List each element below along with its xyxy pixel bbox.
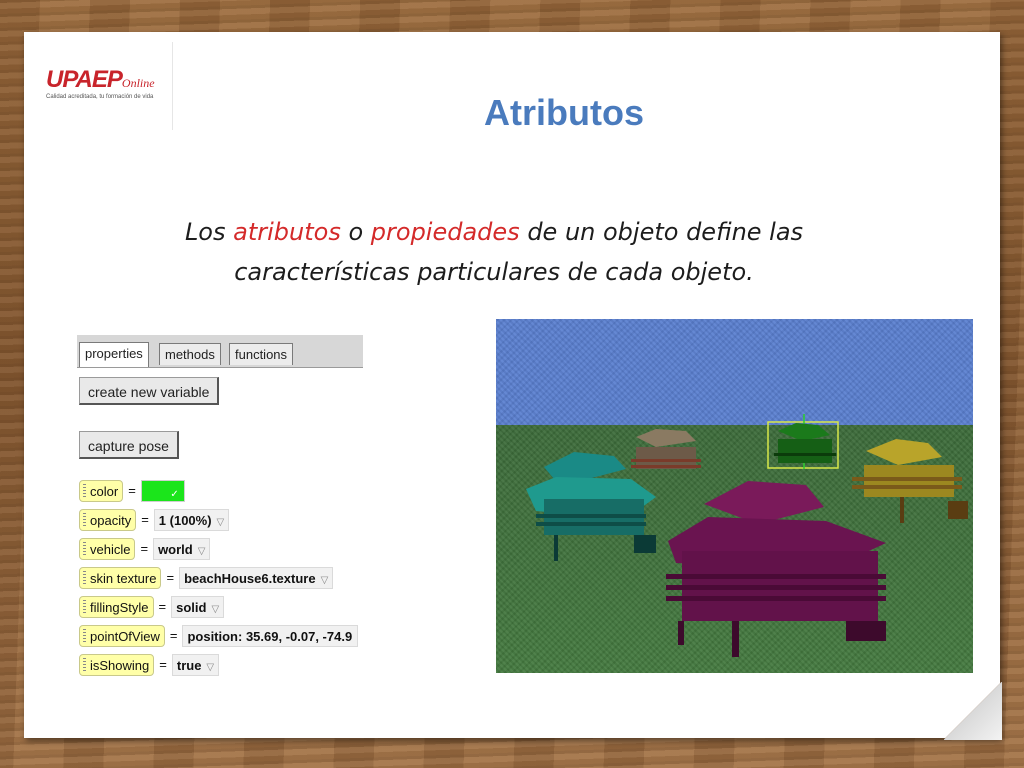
purple-house[interactable] bbox=[666, 481, 886, 657]
property-tile[interactable]: opacity bbox=[79, 509, 137, 531]
property-value[interactable]: 1 (100%) ▽ bbox=[153, 509, 230, 531]
world-scene-svg bbox=[526, 414, 968, 657]
property-value[interactable]: position: 35.69, -0.07, -74.9 bbox=[182, 625, 359, 647]
chevron-down-icon: ▽ bbox=[320, 575, 329, 586]
world-view[interactable] bbox=[496, 319, 973, 673]
chevron-down-icon: ▽ bbox=[211, 604, 220, 615]
property-row-skin-texture: skin texture = beachHouse6.texture ▽ bbox=[79, 567, 334, 589]
property-row-vehicle: vehicle = world ▽ bbox=[79, 538, 211, 560]
logo-divider bbox=[172, 42, 173, 130]
slide-title: Atributos bbox=[484, 92, 644, 133]
property-row-filling-style: fillingStyle = solid ▽ bbox=[79, 596, 225, 618]
chevron-down-icon: ✓ bbox=[170, 489, 179, 500]
property-row-color: color = ✓ bbox=[79, 480, 185, 502]
property-tile[interactable]: isShowing bbox=[79, 654, 155, 676]
properties-panel: properties methods functions create new … bbox=[77, 335, 363, 687]
tab-functions[interactable]: functions bbox=[229, 343, 294, 365]
property-value[interactable]: solid ▽ bbox=[171, 596, 225, 618]
upaep-logo: UPAEPOnline Calidad acreditada, tu forma… bbox=[46, 68, 174, 128]
chevron-down-icon: ▽ bbox=[197, 546, 206, 557]
tab-properties[interactable]: properties bbox=[79, 342, 149, 367]
tab-methods[interactable]: methods bbox=[159, 343, 221, 365]
logo-tagline: Calidad acreditada, tu formación de vida bbox=[46, 94, 154, 100]
property-tile[interactable]: skin texture bbox=[79, 567, 162, 589]
property-value[interactable]: true ▽ bbox=[171, 654, 220, 676]
desc-highlight-propiedades: propiedades bbox=[370, 218, 520, 246]
logo-online: Online bbox=[121, 76, 155, 90]
desc-text-1: Los bbox=[184, 218, 234, 246]
desc-highlight-atributos: atributos bbox=[233, 218, 341, 246]
slide-paper: UPAEPOnline Calidad acreditada, tu forma… bbox=[24, 32, 1002, 740]
property-row-opacity: opacity = 1 (100%) ▽ bbox=[79, 509, 230, 531]
page-curl bbox=[944, 682, 1002, 740]
property-row-is-showing: isShowing = true ▽ bbox=[79, 654, 220, 676]
tab-bar: properties methods functions bbox=[77, 335, 363, 368]
yellow-house[interactable] bbox=[852, 439, 968, 523]
slide-description: Los atributos o propiedades de un objeto… bbox=[114, 212, 874, 292]
property-value[interactable]: beachHouse6.texture ▽ bbox=[179, 567, 334, 589]
property-row-point-of-view: pointOfView = position: 35.69, -0.07, -7… bbox=[79, 625, 359, 647]
property-tile[interactable]: vehicle bbox=[79, 538, 136, 560]
capture-pose-button[interactable]: capture pose bbox=[79, 431, 179, 459]
property-tile[interactable]: pointOfView bbox=[79, 625, 165, 647]
green-house[interactable] bbox=[767, 414, 839, 469]
property-value[interactable]: world ▽ bbox=[153, 538, 211, 560]
color-swatch[interactable]: ✓ bbox=[140, 480, 185, 502]
chevron-down-icon: ▽ bbox=[216, 517, 225, 528]
property-tile[interactable]: color bbox=[79, 480, 124, 502]
desc-text-2: o bbox=[340, 218, 371, 246]
logo-mark: UPAEP bbox=[46, 66, 123, 93]
property-tile[interactable]: fillingStyle bbox=[79, 596, 154, 618]
chevron-down-icon: ▽ bbox=[206, 662, 215, 673]
create-new-variable-button[interactable]: create new variable bbox=[79, 377, 220, 405]
brown-house[interactable] bbox=[631, 429, 701, 469]
